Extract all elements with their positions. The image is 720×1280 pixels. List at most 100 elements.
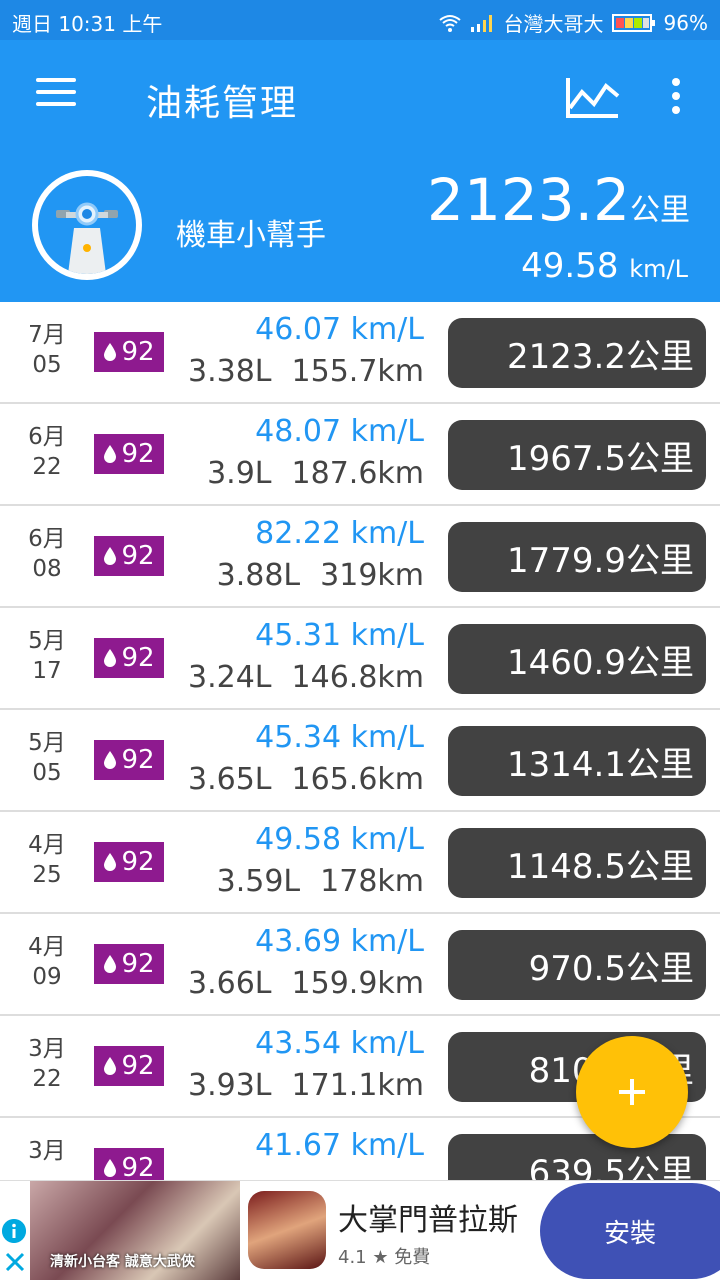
ad-install-button[interactable]: 安裝: [540, 1183, 720, 1279]
record-month: 4月: [28, 934, 66, 960]
summary-header: 機車小幫手 2123.2公里 49.58 km/L: [0, 154, 720, 302]
fuel-grade: 92: [121, 1153, 155, 1180]
record-date: 5月 05: [16, 728, 78, 788]
refuel-record-row[interactable]: 4月 09 92 43.69 km/L 3.66L 159.9km 970.5公里: [0, 914, 720, 1016]
vehicle-name: 機車小幫手: [176, 218, 326, 253]
ad-info-icon[interactable]: [2, 1219, 26, 1243]
record-date: 3月: [16, 1136, 78, 1166]
record-liters: 3.66L: [188, 966, 272, 1001]
signal-icon: [470, 14, 492, 32]
record-distance: 165.6km: [291, 762, 424, 797]
fuel-type-badge: 92: [94, 842, 164, 882]
record-date: 7月 05: [16, 320, 78, 380]
fuel-drop-icon: [104, 547, 117, 565]
chart-icon[interactable]: [564, 74, 620, 120]
fuel-grade: 92: [121, 337, 155, 367]
record-liters: 3.88L: [216, 558, 301, 593]
fuel-grade: 92: [121, 847, 155, 877]
record-month: 5月: [28, 730, 66, 756]
record-liters: 3.93L: [188, 1068, 272, 1103]
record-day: 22: [32, 454, 62, 480]
average-efficiency-unit: km/L: [629, 255, 688, 283]
refuel-record-row[interactable]: 4月 25 92 49.58 km/L 3.59L 178km 1148.5公里: [0, 812, 720, 914]
fuel-type-badge: 92: [94, 434, 164, 474]
record-distance: 171.1km: [291, 1068, 424, 1103]
refuel-record-row[interactable]: 6月 22 92 48.07 km/L 3.9L 187.6km 1967.5公里: [0, 404, 720, 506]
fuel-grade: 92: [121, 1051, 155, 1081]
record-date: 4月 25: [16, 830, 78, 890]
ad-app-icon[interactable]: [248, 1191, 326, 1269]
fuel-drop-icon: [104, 751, 117, 769]
record-efficiency: 45.34 km/L: [255, 720, 424, 755]
avatar[interactable]: [32, 170, 142, 280]
record-date: 5月 17: [16, 626, 78, 686]
wifi-icon: [438, 14, 461, 32]
carrier-name: 台灣大哥大: [503, 12, 604, 36]
record-day: 08: [32, 556, 62, 582]
record-liters: 3.65L: [188, 762, 272, 797]
record-date: 6月 22: [16, 422, 78, 482]
fuel-drop-icon: [104, 649, 117, 667]
fuel-drop-icon: [104, 1057, 117, 1075]
record-day: 25: [32, 862, 62, 888]
record-month: 4月: [28, 832, 66, 858]
battery-percent: 96%: [663, 10, 708, 35]
refuel-record-row[interactable]: 5月 05 92 45.34 km/L 3.65L 165.6km 1314.1公…: [0, 710, 720, 812]
add-record-button[interactable]: [576, 1036, 688, 1148]
refuel-record-row[interactable]: 5月 17 92 45.31 km/L 3.24L 146.8km 1460.9公…: [0, 608, 720, 710]
record-liters: 3.38L: [188, 354, 272, 389]
more-options-icon[interactable]: [664, 78, 688, 118]
record-month: 6月: [28, 526, 66, 552]
record-month: 7月: [28, 322, 66, 348]
record-odometer: 1779.9公里: [448, 522, 706, 592]
record-usage: 3.65L 165.6km: [188, 762, 424, 797]
record-odometer: 1148.5公里: [448, 828, 706, 898]
fuel-type-badge: 92: [94, 536, 164, 576]
record-distance: 155.7km: [291, 354, 424, 389]
battery-icon: [611, 13, 655, 32]
record-day: 22: [32, 1066, 62, 1092]
record-day: 05: [32, 760, 62, 786]
record-month: 6月: [28, 424, 66, 450]
record-efficiency: 43.69 km/L: [255, 924, 424, 959]
scooter-icon: [56, 202, 118, 274]
record-distance: 187.6km: [291, 456, 424, 491]
record-odometer: 2123.2公里: [448, 318, 706, 388]
ad-rating: 4.1 ★ 免費: [338, 1247, 431, 1268]
record-liters: 3.59L: [216, 864, 301, 899]
record-odometer: 1967.5公里: [448, 420, 706, 490]
refuel-record-row[interactable]: 6月 08 92 82.22 km/L 3.88L 319km 1779.9公里: [0, 506, 720, 608]
average-efficiency: 49.58 km/L: [521, 246, 688, 286]
total-distance: 2123.2公里: [427, 166, 690, 234]
record-efficiency: 82.22 km/L: [255, 516, 424, 551]
fuel-grade: 92: [121, 439, 155, 469]
ad-banner-image[interactable]: 清新小台客 誠意大武俠: [30, 1181, 240, 1280]
app-bar: 油耗管理: [0, 40, 720, 154]
fuel-type-badge: 92: [94, 944, 164, 984]
record-day: 05: [32, 352, 62, 378]
menu-icon[interactable]: [36, 78, 76, 110]
record-liters: 3.9L: [207, 456, 272, 491]
status-datetime: 週日 10:31 上午: [12, 12, 163, 36]
fuel-grade: 92: [121, 643, 155, 673]
record-usage: 3.24L 146.8km: [188, 660, 424, 695]
ad-app-title[interactable]: 大掌門普拉斯: [338, 1195, 518, 1239]
ad-close-icon[interactable]: [4, 1251, 26, 1273]
record-month: 5月: [28, 628, 66, 654]
status-indicators: 台灣大哥大 96%: [438, 8, 708, 37]
record-month: 3月: [28, 1036, 66, 1062]
record-distance: 178km: [320, 864, 424, 899]
record-efficiency: 49.58 km/L: [255, 822, 424, 857]
average-efficiency-value: 49.58: [521, 246, 619, 286]
record-odometer: 1460.9公里: [448, 624, 706, 694]
record-odometer: 639.5公里: [448, 1134, 706, 1180]
refuel-record-row[interactable]: 7月 05 92 46.07 km/L 3.38L 155.7km 2123.2公…: [0, 302, 720, 404]
page-title: 油耗管理: [146, 83, 299, 124]
record-liters: 3.24L: [188, 660, 272, 695]
record-usage: 3.93L 171.1km: [188, 1068, 424, 1103]
record-usage: 3.66L 159.9km: [188, 966, 424, 1001]
record-efficiency: 45.31 km/L: [255, 618, 424, 653]
record-usage: [404, 1170, 424, 1180]
plus-icon: [619, 1079, 645, 1105]
record-distance: 319km: [320, 558, 424, 593]
